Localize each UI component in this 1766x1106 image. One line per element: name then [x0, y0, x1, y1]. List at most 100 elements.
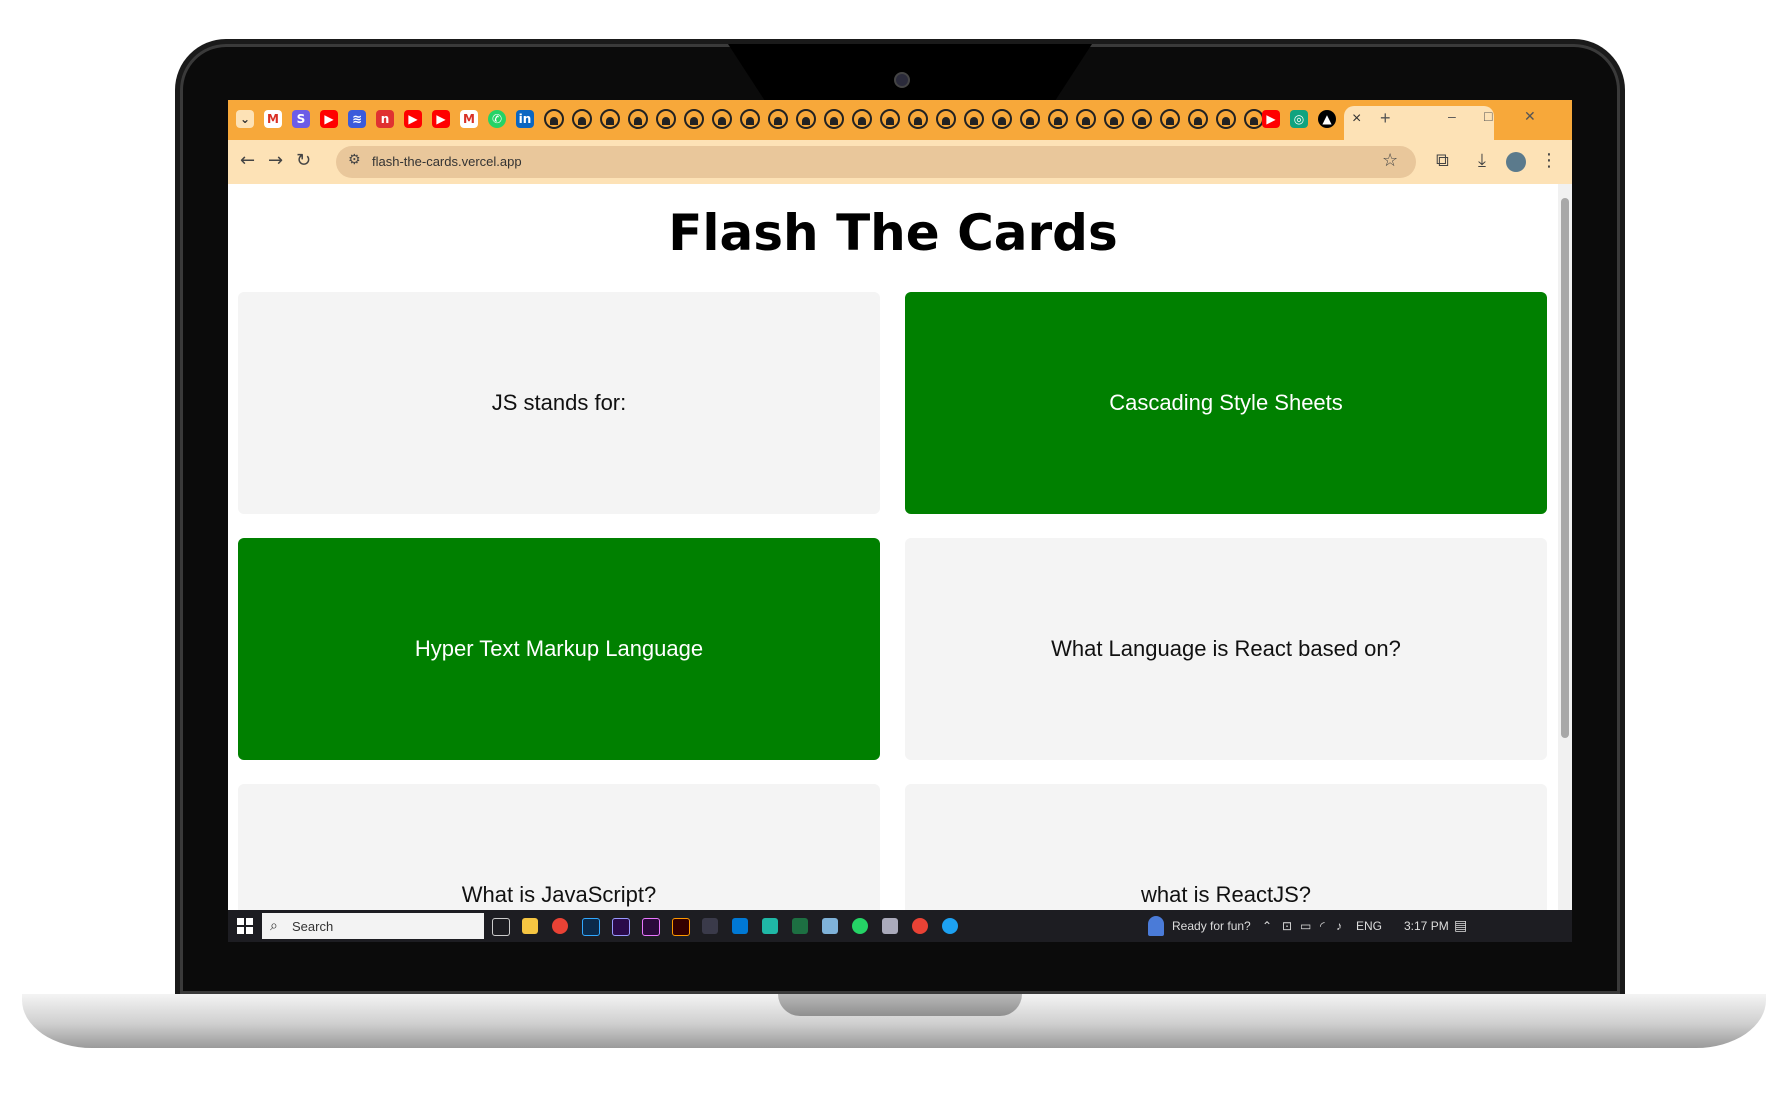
tab-gmail-icon[interactable]: M — [264, 110, 282, 128]
site-info-icon[interactable]: ⚙ — [348, 152, 361, 168]
photoshop-icon[interactable] — [582, 918, 600, 936]
after-effects-icon[interactable] — [612, 918, 630, 936]
app-icon[interactable] — [702, 918, 718, 934]
chrome-icon[interactable] — [552, 918, 568, 934]
page-viewport: Flash The Cards JS stands for: Cascading… — [228, 184, 1558, 910]
app-icon[interactable] — [822, 918, 838, 934]
edge-icon[interactable] — [942, 918, 958, 934]
forward-icon[interactable]: → — [268, 150, 283, 171]
tab-youtube-icon[interactable]: ▶ — [320, 110, 338, 128]
tab-s-icon[interactable]: S — [292, 110, 310, 128]
tab-github-icon[interactable] — [1104, 109, 1124, 129]
tab-github-icon[interactable] — [768, 109, 788, 129]
tab-github-icon[interactable] — [740, 109, 760, 129]
tab-github-icon[interactable] — [992, 109, 1012, 129]
tab-whatsapp-icon[interactable]: ✆ — [488, 110, 506, 128]
volume-icon[interactable]: ♪ — [1336, 919, 1342, 933]
tab-github-icon[interactable] — [1048, 109, 1068, 129]
tab-vercel-icon[interactable]: ▲ — [1318, 110, 1336, 128]
flash-card[interactable]: Cascading Style Sheets — [905, 292, 1547, 514]
new-tab-button[interactable]: + — [1380, 108, 1391, 129]
menu-icon[interactable]: ⋮ — [1540, 150, 1558, 171]
tab-github-icon[interactable] — [1076, 109, 1096, 129]
profile-avatar[interactable] — [1506, 152, 1526, 172]
weather-text[interactable]: Ready for fun? — [1172, 919, 1251, 933]
tab-github-icon[interactable] — [712, 109, 732, 129]
bookmark-star-icon[interactable]: ☆ — [1382, 150, 1398, 171]
bezel-notch — [728, 44, 1092, 100]
tab-github-icon[interactable] — [908, 109, 928, 129]
taskbar-search-input[interactable]: ⌕ Search — [262, 913, 484, 939]
tab-github-icon[interactable] — [1244, 109, 1264, 129]
flash-card[interactable]: What Language is React based on? — [905, 538, 1547, 760]
tab-github-icon[interactable] — [656, 109, 676, 129]
flash-card[interactable]: Hyper Text Markup Language — [238, 538, 880, 760]
calculator-icon[interactable] — [882, 918, 898, 934]
tab-github-icon[interactable] — [1188, 109, 1208, 129]
clock[interactable]: 3:17 PM — [1404, 919, 1449, 933]
tab-github-icon[interactable] — [880, 109, 900, 129]
close-window-button[interactable]: ✕ — [1524, 108, 1536, 125]
tab-youtube-icon[interactable]: ▶ — [404, 110, 422, 128]
tab-app-icon[interactable]: ≋ — [348, 110, 366, 128]
tab-github-icon[interactable] — [964, 109, 984, 129]
whatsapp-icon[interactable] — [852, 918, 868, 934]
tab-gmail-icon[interactable]: M — [460, 110, 478, 128]
task-view-icon[interactable] — [492, 918, 510, 936]
battery-icon[interactable]: ▭ — [1300, 919, 1311, 933]
tab-github-icon[interactable] — [796, 109, 816, 129]
back-icon[interactable]: ← — [240, 150, 255, 171]
tab-github-icon[interactable] — [1020, 109, 1040, 129]
maximize-button[interactable]: □ — [1484, 108, 1492, 124]
tab-close-icon[interactable]: × — [1352, 110, 1361, 128]
tab-youtube-icon[interactable]: ▶ — [432, 110, 450, 128]
reload-icon[interactable]: ↻ — [296, 150, 311, 171]
chrome-icon[interactable] — [912, 918, 928, 934]
tab-github-icon[interactable] — [1160, 109, 1180, 129]
excel-icon[interactable] — [792, 918, 808, 934]
illustrator-icon[interactable] — [672, 918, 690, 936]
tab-chatgpt-icon[interactable]: ◎ — [1290, 110, 1308, 128]
tab-github-icon[interactable] — [1216, 109, 1236, 129]
minimize-button[interactable]: – — [1448, 108, 1456, 124]
tab-github-icon[interactable] — [852, 109, 872, 129]
url-text[interactable]: flash-the-cards.vercel.app — [372, 154, 522, 169]
language-indicator[interactable]: ENG — [1356, 919, 1382, 933]
tab-github-icon[interactable] — [684, 109, 704, 129]
address-bar[interactable]: ⚙ flash-the-cards.vercel.app ☆ — [336, 146, 1416, 178]
tab-github-icon[interactable] — [628, 109, 648, 129]
scrollbar-thumb[interactable] — [1561, 198, 1569, 738]
tab-linkedin-icon[interactable]: in — [516, 110, 534, 128]
flash-card[interactable]: JS stands for: — [238, 292, 880, 514]
weather-icon[interactable] — [1148, 916, 1164, 936]
tab-n-icon[interactable]: n — [376, 110, 394, 128]
tray-chevron-icon[interactable]: ⌃ — [1262, 919, 1272, 933]
tab-github-icon[interactable] — [572, 109, 592, 129]
tray-meet-icon[interactable]: ⊡ — [1282, 919, 1292, 933]
download-icon[interactable]: ⤓ — [1478, 150, 1486, 171]
tab-github-icon[interactable] — [936, 109, 956, 129]
scrollbar[interactable] — [1558, 184, 1572, 910]
tab-search-icon[interactable]: ⌄ — [236, 110, 254, 128]
flash-card[interactable]: What is JavaScript? — [238, 784, 880, 910]
windows-start-icon[interactable] — [237, 918, 253, 934]
notifications-icon[interactable]: ▤ — [1454, 917, 1467, 934]
taskbar: ⌕ Search Ready for fun? ⌃ ⊡ ▭ ◜ ♪ ENG 3:… — [228, 910, 1572, 942]
app-icon[interactable] — [762, 918, 778, 934]
flash-card[interactable]: what is ReactJS? — [905, 784, 1547, 910]
file-explorer-icon[interactable] — [522, 918, 538, 934]
tab-github-icon[interactable] — [600, 109, 620, 129]
screen: ⌄ M S ▶ ≋ n ▶ ▶ M ✆ in ▶ ◎ ▲ × + – □ ✕ ←… — [228, 100, 1572, 942]
extensions-icon[interactable]: ⧉ — [1436, 150, 1449, 171]
premiere-icon[interactable] — [642, 918, 660, 936]
tab-youtube-icon[interactable]: ▶ — [1262, 110, 1280, 128]
vscode-icon[interactable] — [732, 918, 748, 934]
wifi-icon[interactable]: ◜ — [1320, 919, 1325, 933]
tab-github-icon[interactable] — [1132, 109, 1152, 129]
tab-github-icon[interactable] — [544, 109, 564, 129]
page-title: Flash The Cards — [668, 204, 1118, 262]
search-placeholder: Search — [292, 919, 334, 934]
tab-github-icon[interactable] — [824, 109, 844, 129]
tab-active[interactable] — [1344, 106, 1494, 140]
laptop-base-notch — [778, 994, 1022, 1016]
